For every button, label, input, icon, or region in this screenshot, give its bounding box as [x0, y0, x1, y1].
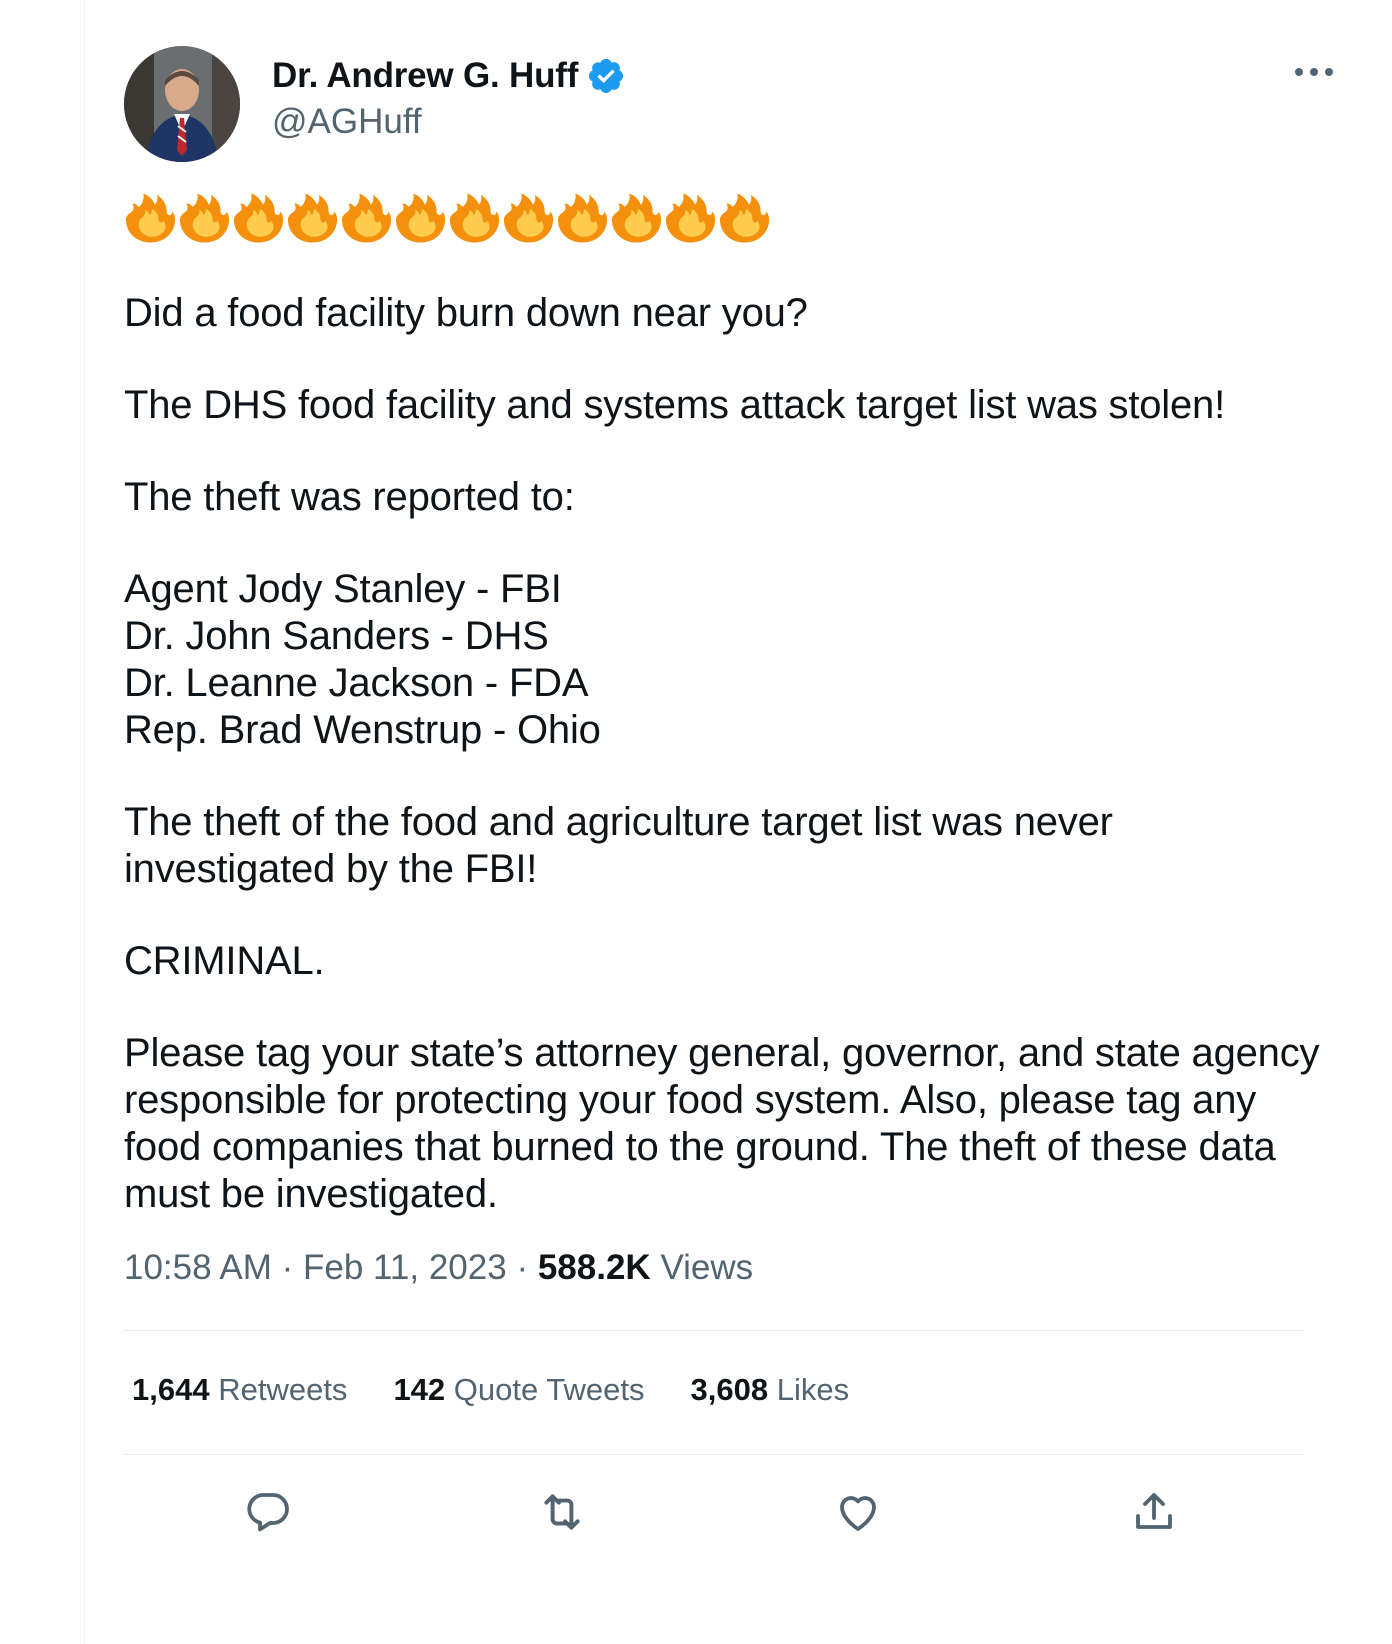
tweet-actions [124, 1484, 1304, 1540]
tweet-paragraph: Please tag your state’s attorney general… [124, 1031, 1320, 1216]
fire-emoji-icon [179, 193, 230, 243]
likes-count: 3,608 [690, 1372, 769, 1407]
fire-emoji-icon [719, 193, 770, 243]
likes-label: Likes [776, 1372, 850, 1407]
fire-emoji-row [124, 192, 1362, 246]
tweet-paragraph: The theft of the food and agriculture ta… [124, 800, 1113, 891]
more-options-button[interactable] [1284, 52, 1344, 92]
heart-icon [840, 1496, 876, 1531]
tweet-paragraph: The DHS food facility and systems attack… [124, 383, 1225, 427]
tweet-metadata: 10:58 AM · Feb 11, 2023 · 588.2K Views [124, 1248, 753, 1288]
retweet-icon [544, 1494, 580, 1530]
avatar[interactable] [124, 46, 240, 162]
tweet-paragraph: The theft was reported to: [124, 475, 575, 519]
meta-separator: · [516, 1248, 529, 1287]
retweets-count: 1,644 [132, 1372, 210, 1407]
author-display-name[interactable]: Dr. Andrew G. Huff [272, 56, 578, 96]
fire-emoji-icon [449, 193, 500, 243]
likes-stat[interactable]: 3,608 Likes [691, 1372, 850, 1408]
tweet-date[interactable]: Feb 11, 2023 [303, 1248, 507, 1287]
views-count[interactable]: 588.2K [538, 1248, 651, 1287]
tweet-paragraph: CRIMINAL. [124, 939, 325, 983]
author-info: Dr. Andrew G. Huff @AGHuff [272, 52, 626, 142]
views-label: Views [660, 1248, 754, 1287]
fire-emoji-icon [395, 193, 446, 243]
fire-emoji-icon [665, 193, 716, 243]
reported-to-list: Agent Jody Stanley - FBI Dr. John Sander… [124, 567, 601, 752]
engagement-stats: 1,644 Retweets 142 Quote Tweets 3,608 Li… [132, 1372, 849, 1408]
divider [124, 1454, 1304, 1455]
fire-emoji-icon [125, 193, 176, 243]
share-button[interactable] [1126, 1484, 1182, 1540]
fire-emoji-icon [611, 193, 662, 243]
fire-emoji-icon [341, 193, 392, 243]
quotes-label: Quote Tweets [453, 1372, 645, 1407]
reply-icon [247, 1493, 289, 1532]
tweet-time[interactable]: 10:58 AM [124, 1248, 272, 1287]
tweet: Dr. Andrew G. Huff @AGHuff Did a food fa… [124, 0, 1362, 1644]
more-options-icon [1295, 68, 1333, 76]
retweet-button[interactable] [534, 1484, 590, 1540]
fire-emoji-icon [557, 193, 608, 243]
column-border [84, 0, 85, 1644]
tweet-header: Dr. Andrew G. Huff @AGHuff [124, 46, 1362, 166]
quote-tweets-stat[interactable]: 142 Quote Tweets [393, 1372, 644, 1408]
tweet-text: Did a food facility burn down near you? … [124, 192, 1362, 1263]
reply-button[interactable] [240, 1484, 296, 1540]
tweet-paragraph: Did a food facility burn down near you? [124, 291, 808, 335]
author-name-row: Dr. Andrew G. Huff [272, 52, 626, 100]
retweets-label: Retweets [218, 1372, 348, 1407]
quotes-count: 142 [393, 1372, 446, 1407]
avatar-image [124, 46, 240, 162]
author-handle[interactable]: @AGHuff [272, 102, 626, 142]
meta-separator: · [281, 1248, 294, 1287]
verified-badge-icon[interactable] [586, 56, 626, 96]
fire-emoji-icon [503, 193, 554, 243]
share-icon [1136, 1493, 1172, 1529]
divider [124, 1330, 1304, 1331]
fire-emoji-icon [287, 193, 338, 243]
like-button[interactable] [830, 1484, 886, 1540]
retweets-stat[interactable]: 1,644 Retweets [132, 1372, 347, 1408]
fire-emoji-icon [233, 193, 284, 243]
